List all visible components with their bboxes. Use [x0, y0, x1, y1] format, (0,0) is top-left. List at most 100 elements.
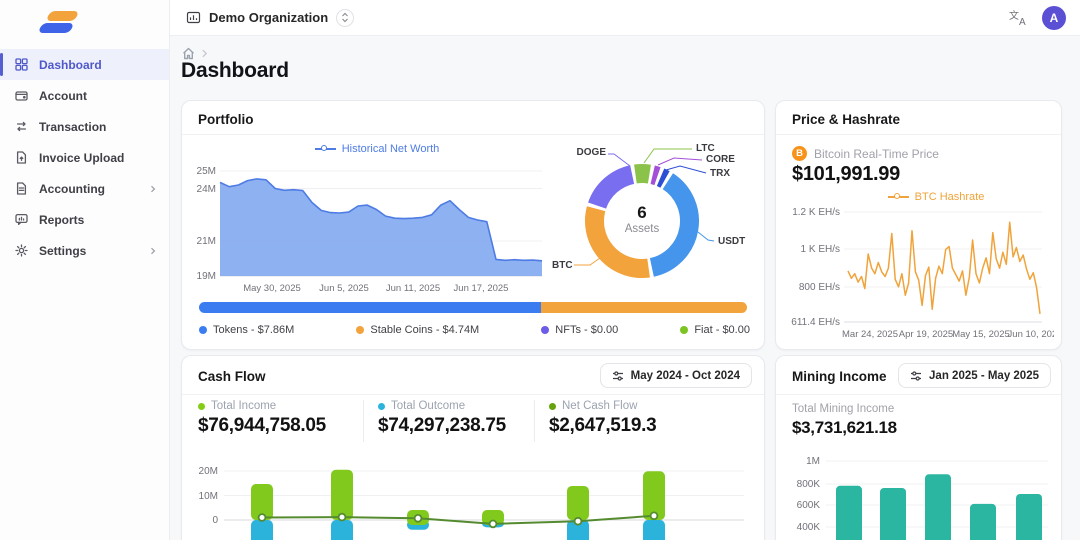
mining-income-card: Mining Income Jan 2025 - May 2025 Total … [775, 355, 1062, 540]
language-icon[interactable]: 文A [1009, 9, 1028, 26]
y-tick: 24M [197, 184, 216, 195]
stat-label-text: Total Income [211, 400, 276, 412]
document-upload-icon [15, 151, 28, 164]
svg-text:A: A [1019, 17, 1026, 26]
svg-text:文: 文 [1009, 9, 1019, 22]
donut-label-doge: DOGE [564, 147, 606, 158]
gear-icon [15, 244, 28, 257]
portfolio-card: Portfolio Historical Net Worth 25M 24M 2… [181, 100, 765, 350]
portfolio-card-title: Portfolio [198, 112, 254, 127]
hashrate-legend[interactable]: BTC Hashrate [836, 191, 1036, 203]
brand-logo[interactable] [38, 9, 84, 43]
donut-center-label: Assets [612, 223, 672, 235]
bitcoin-icon: B [792, 146, 807, 161]
sidebar-item-dashboard[interactable]: Dashboard [0, 49, 169, 80]
x-tick: May 15, 2025 [952, 329, 1010, 340]
transfer-arrows-icon [15, 120, 28, 133]
sidebar-item-transaction[interactable]: Transaction [0, 111, 169, 142]
up-down-chevrons-icon [341, 12, 349, 23]
sidebar-item-label: Account [39, 89, 87, 103]
chevron-right-icon [149, 185, 157, 193]
sliders-icon [910, 370, 922, 382]
page-title: Dashboard [181, 59, 289, 83]
avatar[interactable]: A [1042, 6, 1066, 30]
cash-flow-card-title: Cash Flow [198, 369, 266, 384]
y-tick: 1.2 K EH/s [792, 207, 840, 218]
y-tick: 0 [212, 515, 218, 526]
cash-flow-chart: 20M 10M 0 -10M [192, 451, 754, 540]
y-tick: 600K [797, 500, 821, 511]
y-tick: 800K [797, 479, 821, 490]
sidebar-item-accounting[interactable]: Accounting [0, 173, 169, 204]
legend-item-stable-coins[interactable]: Stable Coins - $4.74M [356, 324, 479, 336]
donut-label-usdt: USDT [718, 236, 745, 247]
legend-item-fiat[interactable]: Fiat - $0.00 [680, 324, 750, 336]
net-worth-chart: 25M 24M 21M 19M May 30, 2025 Jun 5, 2025… [190, 159, 548, 301]
allocation-segment [199, 302, 541, 313]
date-range-label: Jan 2025 - May 2025 [929, 370, 1039, 382]
donut-label-trx: TRX [710, 168, 730, 179]
sidebar-item-label: Dashboard [39, 58, 102, 72]
stat-value-text: $76,944,758.05 [198, 415, 326, 437]
wallet-icon [15, 89, 28, 102]
stat-value-text: $74,297,238.75 [378, 415, 506, 437]
dashboard-icon [15, 58, 28, 71]
sidebar-item-label: Transaction [39, 120, 106, 134]
sidebar-item-account[interactable]: Account [0, 80, 169, 111]
reports-icon [15, 213, 28, 226]
org-switcher[interactable]: Demo Organization [186, 9, 354, 27]
cash-flow-date-range-button[interactable]: May 2024 - Oct 2024 [600, 363, 752, 388]
y-tick: 1M [806, 456, 820, 467]
price-hashrate-card: Price & Hashrate B Bitcoin Real-Time Pri… [775, 100, 1062, 350]
legend-item-label: Fiat - $0.00 [694, 324, 750, 336]
mining-date-range-button[interactable]: Jan 2025 - May 2025 [898, 363, 1051, 388]
mining-income-chart: 1M 800K 600K 400K [784, 451, 1056, 540]
org-name: Demo Organization [209, 10, 328, 25]
y-tick: 800 EH/s [799, 282, 840, 293]
donut-label-core: CORE [706, 154, 735, 165]
outcome-dot-icon [378, 403, 385, 410]
donut-label-ltc: LTC [696, 143, 715, 154]
legend-item-nfts[interactable]: NFTs - $0.00 [541, 324, 618, 336]
stat-label-text: Net Cash Flow [562, 400, 637, 412]
logo-bar-orange [46, 11, 79, 21]
date-range-label: May 2024 - Oct 2024 [631, 370, 740, 382]
y-tick: 400K [797, 522, 821, 533]
sidebar-item-label: Invoice Upload [39, 151, 124, 165]
sidebar-item-label: Reports [39, 213, 84, 227]
income-dot-icon [198, 403, 205, 410]
divider [182, 394, 764, 395]
stable-coins-dot-icon [356, 326, 364, 334]
x-tick: Apr 19, 2025 [899, 329, 953, 340]
bitcoin-price-label-row: B Bitcoin Real-Time Price [792, 146, 939, 161]
legend-line-marker-icon [888, 196, 909, 198]
sidebar-item-reports[interactable]: Reports [0, 204, 169, 235]
sidebar: Dashboard Account Transaction Invoice Up… [0, 0, 170, 540]
topbar: Demo Organization 文A A [170, 0, 1080, 36]
org-select-stepper[interactable] [336, 9, 354, 27]
organization-icon [186, 10, 201, 25]
net-dot-icon [549, 403, 556, 410]
legend-item-label: Stable Coins - $4.74M [370, 324, 479, 336]
sidebar-item-settings[interactable]: Settings [0, 235, 169, 266]
chevron-right-icon [149, 247, 157, 255]
x-tick: May 30, 2025 [243, 283, 301, 294]
net-worth-legend[interactable]: Historical Net Worth [212, 143, 542, 155]
price-hashrate-card-title: Price & Hashrate [792, 112, 900, 127]
price-label: Bitcoin Real-Time Price [814, 147, 939, 161]
net-cash-flow-stat: Net Cash Flow $2,647,519.3 [534, 400, 656, 442]
stat-value-text: $2,647,519.3 [549, 415, 656, 437]
legend-item-tokens[interactable]: Tokens - $7.86M [199, 324, 294, 336]
x-tick: Jun 10, 2025 [1008, 329, 1054, 340]
cash-flow-card: Cash Flow May 2024 - Oct 2024 Total Inco… [181, 355, 765, 540]
hashrate-chart: 1.2 K EH/s 1 K EH/s 800 EH/s 611.4 EH/s … [782, 205, 1054, 347]
divider [776, 134, 1061, 135]
sidebar-nav: Dashboard Account Transaction Invoice Up… [0, 49, 169, 266]
stat-label-text: Total Outcome [391, 400, 465, 412]
donut-center-value: 6 [612, 203, 672, 223]
sidebar-item-invoice-upload[interactable]: Invoice Upload [0, 142, 169, 173]
accounting-document-icon [15, 182, 28, 195]
legend-item-label: Tokens - $7.86M [213, 324, 294, 336]
donut-label-btc: BTC [552, 260, 573, 271]
active-indicator [0, 53, 3, 76]
